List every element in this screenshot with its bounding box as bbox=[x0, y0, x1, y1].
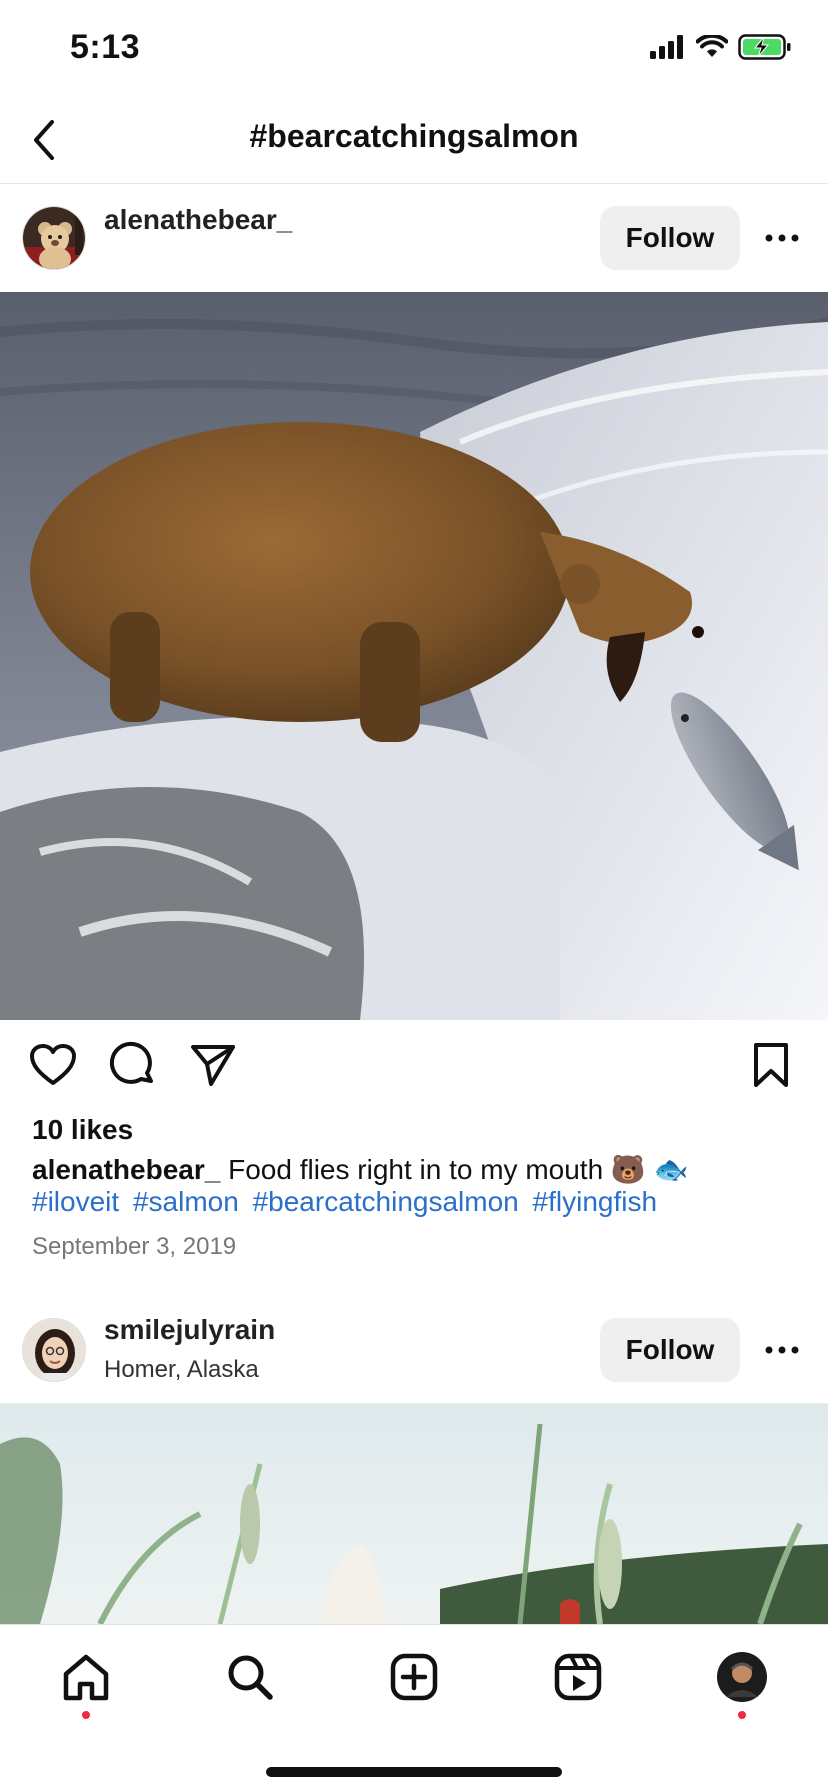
status-icons bbox=[650, 34, 792, 60]
post-header: alenathebear_ Follow bbox=[0, 184, 828, 292]
post-actions bbox=[0, 1038, 828, 1098]
tab-search[interactable] bbox=[220, 1647, 280, 1707]
bear-waterfall-photo bbox=[0, 292, 828, 1020]
post-header: smilejulyrain Homer, Alaska Follow bbox=[0, 1296, 828, 1404]
tab-home[interactable] bbox=[56, 1647, 116, 1707]
status-time: 5:13 bbox=[70, 28, 141, 66]
hashtags: #iloveit #salmon #bearcatchingsalmon #fl… bbox=[32, 1186, 802, 1218]
post-image[interactable] bbox=[0, 292, 828, 1020]
send-icon bbox=[191, 1045, 235, 1086]
create-icon bbox=[390, 1653, 438, 1701]
more-options-button[interactable] bbox=[762, 1330, 802, 1370]
post-date: September 3, 2019 bbox=[32, 1233, 237, 1260]
battery-charging-icon bbox=[738, 34, 791, 60]
hashtag-link[interactable]: #bearcatchingsalmon bbox=[253, 1186, 519, 1217]
caption-username[interactable]: alenathebear_ bbox=[32, 1154, 220, 1185]
page-title: #bearcatchingsalmon bbox=[249, 118, 579, 154]
wifi-icon bbox=[696, 35, 728, 57]
avatar[interactable] bbox=[22, 1318, 86, 1382]
tab-reels[interactable] bbox=[548, 1647, 608, 1707]
grass-shoreline-photo bbox=[0, 1404, 828, 1624]
ellipsis-icon bbox=[765, 1346, 799, 1354]
person-avatar-image bbox=[23, 1319, 85, 1381]
more-options-button[interactable] bbox=[762, 218, 802, 258]
post-caption: alenathebear_ Food flies right in to my … bbox=[32, 1154, 802, 1218]
save-button[interactable] bbox=[744, 1038, 798, 1092]
post-username[interactable]: smilejulyrain bbox=[104, 1314, 275, 1346]
post-image[interactable] bbox=[0, 1404, 828, 1624]
nav-bar: #bearcatchingsalmon bbox=[0, 96, 828, 184]
cellular-signal-icon bbox=[650, 35, 683, 59]
hashtag-link[interactable]: #flyingfish bbox=[533, 1186, 658, 1217]
hashtag-link[interactable]: #iloveit bbox=[32, 1186, 119, 1217]
bookmark-icon bbox=[754, 1043, 788, 1087]
reels-icon bbox=[554, 1653, 602, 1701]
likes-count[interactable]: 10 likes bbox=[32, 1114, 133, 1146]
post-location[interactable]: Homer, Alaska bbox=[104, 1356, 259, 1384]
status-bar: 5:13 bbox=[0, 0, 828, 96]
search-icon bbox=[228, 1655, 273, 1700]
home-indicator bbox=[266, 1767, 562, 1777]
avatar[interactable] bbox=[22, 206, 86, 270]
caption-text: Food flies right in to my mouth 🐻 🐟 bbox=[220, 1154, 689, 1185]
comment-icon bbox=[109, 1041, 153, 1084]
hashtag-link[interactable]: #salmon bbox=[133, 1186, 239, 1217]
profile-notification-dot bbox=[738, 1711, 746, 1719]
heart-icon bbox=[30, 1044, 76, 1085]
post-username[interactable]: alenathebear_ bbox=[104, 196, 292, 244]
like-button[interactable] bbox=[26, 1038, 80, 1092]
comment-button[interactable] bbox=[106, 1038, 160, 1092]
home-icon bbox=[63, 1654, 109, 1701]
ellipsis-icon bbox=[765, 234, 799, 242]
teddy-bear-avatar-image bbox=[23, 207, 85, 269]
share-button[interactable] bbox=[186, 1038, 240, 1092]
follow-button[interactable]: Follow bbox=[600, 1318, 740, 1382]
home-notification-dot bbox=[82, 1711, 90, 1719]
tab-bar bbox=[0, 1624, 828, 1792]
follow-button[interactable]: Follow bbox=[600, 206, 740, 270]
tab-create[interactable] bbox=[384, 1647, 444, 1707]
profile-avatar bbox=[717, 1652, 767, 1702]
tab-profile[interactable] bbox=[712, 1647, 772, 1707]
